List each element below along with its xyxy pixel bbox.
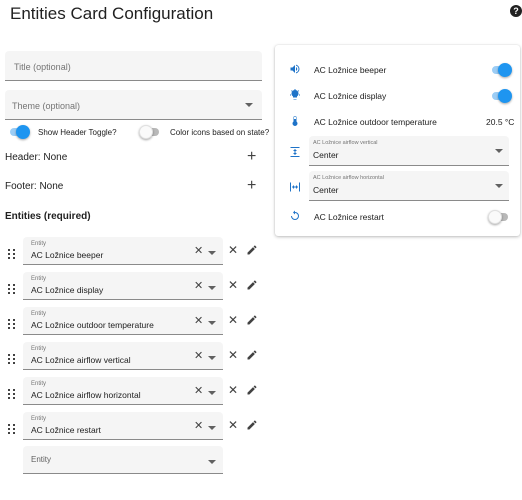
preview-restart-toggle[interactable] [488,210,510,224]
preview-outdoor-temp-value: 20.5 °C [486,117,515,127]
preview-card: AC Ložnice beeper AC Ložnice display AC … [275,45,520,236]
chevron-down-icon [495,149,503,153]
remove-entity-icon[interactable]: ✕ [228,419,238,431]
edit-pencil-icon[interactable] [246,244,258,256]
add-header-button[interactable]: + [247,149,256,165]
chevron-down-icon [245,103,253,107]
restart-icon [291,210,299,220]
color-icons-toggle[interactable] [139,125,161,139]
preview-beeper-label: AC Ložnice beeper [314,65,387,75]
preview-airflow-horizontal-value: Center [313,185,339,195]
preview-display-toggle[interactable] [490,89,512,103]
entity-value: AC Ložnice airflow horizontal [31,390,141,400]
drag-handle-icon[interactable] [8,354,16,365]
drag-handle-icon[interactable] [8,284,16,295]
drag-handle-icon[interactable] [8,249,16,260]
chevron-down-icon [495,184,503,188]
entity-field-label: Entity [31,311,47,317]
lightbulb-icon [290,89,300,100]
remove-entity-icon[interactable]: ✕ [228,244,238,256]
preview-airflow-horizontal-label: AC Ložnice airflow horizontal [313,175,384,181]
remove-entity-icon[interactable]: ✕ [228,384,238,396]
horizontal-arrows-icon [290,182,300,192]
theme-select[interactable]: Theme (optional) [5,90,262,120]
entities-section-title: Entities (required) [5,211,91,222]
clear-icon[interactable]: ✕ [194,386,203,397]
header-label: Header: None [5,152,68,163]
volume-icon [290,64,300,74]
chevron-down-icon[interactable] [208,286,216,290]
help-icon[interactable]: ? [510,5,522,17]
entity-select[interactable]: Entity AC Ložnice airflow vertical ✕ [23,342,223,370]
entity-value: AC Ložnice airflow vertical [31,355,131,365]
show-header-toggle-label: Show Header Toggle? [38,128,117,137]
preview-airflow-horizontal-select[interactable]: AC Ložnice airflow horizontal Center [309,171,509,201]
show-header-toggle[interactable] [8,125,30,139]
entity-field-label: Entity [31,276,47,282]
page-title: Entities Card Configuration [10,4,214,23]
drag-handle-icon[interactable] [8,319,16,330]
title-input-placeholder: Title (optional) [14,62,71,72]
clear-icon[interactable]: ✕ [194,246,203,257]
chevron-down-icon[interactable] [208,426,216,430]
entity-select[interactable]: Entity AC Ložnice display ✕ [23,272,223,300]
preview-beeper-toggle[interactable] [490,63,512,77]
preview-airflow-vertical-label: AC Ložnice airflow vertical [313,140,378,146]
entity-select[interactable]: Entity AC Ložnice airflow horizontal ✕ [23,377,223,405]
entity-select[interactable]: Entity AC Ložnice outdoor temperature ✕ [23,307,223,335]
chevron-down-icon[interactable] [208,321,216,325]
color-icons-toggle-label: Color icons based on state? [170,128,270,137]
entity-field-label: Entity [31,416,47,422]
preview-airflow-vertical-value: Center [313,150,339,160]
edit-pencil-icon[interactable] [246,349,258,361]
new-entity-select[interactable]: Entity [23,446,223,474]
entity-value: AC Ložnice display [31,285,104,295]
chevron-down-icon [208,460,216,464]
chevron-down-icon[interactable] [208,391,216,395]
clear-icon[interactable]: ✕ [194,351,203,362]
entity-value: AC Ložnice outdoor temperature [31,320,154,330]
entity-field-label: Entity [31,241,47,247]
entity-select[interactable]: Entity AC Ložnice restart ✕ [23,412,223,440]
entity-value: AC Ložnice beeper [31,250,104,260]
preview-restart-label: AC Ložnice restart [314,212,384,222]
edit-pencil-icon[interactable] [246,314,258,326]
remove-entity-icon[interactable]: ✕ [228,349,238,361]
drag-handle-icon[interactable] [8,424,16,435]
clear-icon[interactable]: ✕ [194,281,203,292]
drag-handle-icon[interactable] [8,389,16,400]
entity-select[interactable]: Entity AC Ložnice beeper ✕ [23,237,223,265]
preview-display-label: AC Ložnice display [314,91,387,101]
chevron-down-icon[interactable] [208,251,216,255]
thermometer-icon [292,116,298,126]
remove-entity-icon[interactable]: ✕ [228,279,238,291]
vertical-arrows-icon [290,147,300,157]
preview-outdoor-temp-label: AC Ložnice outdoor temperature [314,117,437,127]
title-input[interactable]: Title (optional) [5,51,262,81]
add-footer-button[interactable]: + [247,178,256,194]
edit-pencil-icon[interactable] [246,279,258,291]
clear-icon[interactable]: ✕ [194,316,203,327]
remove-entity-icon[interactable]: ✕ [228,314,238,326]
edit-pencil-icon[interactable] [246,384,258,396]
entity-value: AC Ložnice restart [31,425,101,435]
theme-select-placeholder: Theme (optional) [12,101,81,111]
chevron-down-icon[interactable] [208,356,216,360]
preview-airflow-vertical-select[interactable]: AC Ložnice airflow vertical Center [309,136,509,166]
new-entity-placeholder: Entity [31,455,52,464]
entity-field-label: Entity [31,381,47,387]
edit-pencil-icon[interactable] [246,419,258,431]
entity-field-label: Entity [31,346,47,352]
clear-icon[interactable]: ✕ [194,421,203,432]
footer-label: Footer: None [5,181,64,192]
